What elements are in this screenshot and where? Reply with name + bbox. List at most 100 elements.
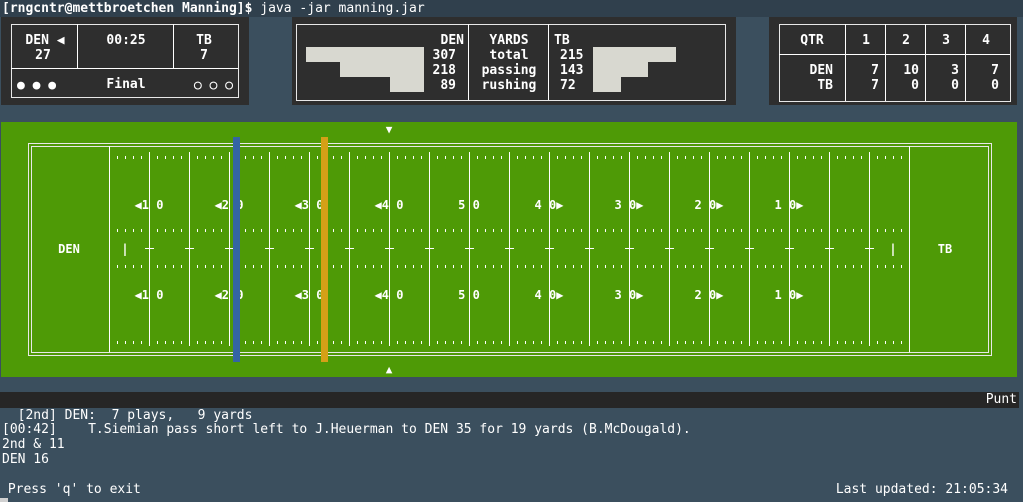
hash-mark bbox=[381, 229, 382, 232]
hash-dash bbox=[585, 248, 594, 249]
yard-line bbox=[149, 152, 150, 346]
hash-mark bbox=[821, 265, 822, 268]
hash-mark bbox=[645, 156, 646, 159]
hash-mark bbox=[565, 229, 566, 232]
hash-mark bbox=[773, 229, 774, 232]
hash-mark bbox=[877, 229, 878, 232]
hash-mark bbox=[573, 341, 574, 344]
yard-number-top: 3 0▶ bbox=[614, 198, 644, 212]
tb-q4: 0 bbox=[991, 78, 999, 93]
hash-mark bbox=[637, 265, 638, 268]
hash-mark bbox=[605, 156, 606, 159]
hash-mark bbox=[605, 265, 606, 268]
hash-mark bbox=[421, 229, 422, 232]
hash-mark bbox=[125, 341, 126, 344]
yard-line bbox=[869, 152, 870, 346]
hash-mark bbox=[493, 341, 494, 344]
hash-mark bbox=[517, 341, 518, 344]
hash-dash bbox=[745, 248, 754, 249]
hash-mark bbox=[877, 156, 878, 159]
hash-mark bbox=[125, 265, 126, 268]
hash-mark bbox=[421, 156, 422, 159]
hash-mark bbox=[405, 341, 406, 344]
yard-line bbox=[789, 152, 790, 346]
hash-mark bbox=[285, 265, 286, 268]
hash-mark bbox=[901, 341, 902, 344]
hash-mark bbox=[261, 229, 262, 232]
hash-mark bbox=[621, 341, 622, 344]
hash-mark bbox=[117, 156, 118, 159]
tb-q2: 0 bbox=[911, 78, 919, 93]
hash-mark bbox=[133, 229, 134, 232]
hash-mark bbox=[853, 265, 854, 268]
hash-mark bbox=[565, 341, 566, 344]
hash-mark bbox=[333, 156, 334, 159]
hash-mark bbox=[661, 156, 662, 159]
hash-mark bbox=[813, 229, 814, 232]
yard-line bbox=[749, 152, 750, 346]
hash-mark bbox=[165, 341, 166, 344]
hash-mark bbox=[317, 156, 318, 159]
hash-mark bbox=[733, 265, 734, 268]
hash-dash bbox=[705, 248, 714, 249]
yard-line bbox=[469, 152, 470, 346]
hash-mark bbox=[701, 229, 702, 232]
den-q2: 10 bbox=[903, 63, 919, 78]
hash-mark bbox=[757, 341, 758, 344]
hash-dash bbox=[545, 248, 554, 249]
hash-mark bbox=[637, 229, 638, 232]
yards-header: YARDS bbox=[489, 33, 529, 48]
yard-line bbox=[509, 152, 510, 346]
hash-mark bbox=[725, 341, 726, 344]
hash-mark bbox=[477, 341, 478, 344]
hash-mark bbox=[197, 229, 198, 232]
hash-mark bbox=[901, 156, 902, 159]
hash-mark bbox=[893, 156, 894, 159]
hash-mark bbox=[613, 229, 614, 232]
game-status: Final bbox=[106, 77, 146, 92]
yard-number-top: 5 0 bbox=[458, 198, 480, 212]
hash-mark bbox=[693, 156, 694, 159]
hash-mark bbox=[157, 265, 158, 268]
hash-mark bbox=[485, 341, 486, 344]
hash-mark bbox=[861, 341, 862, 344]
hash-mark bbox=[365, 341, 366, 344]
left-endzone-label: DEN bbox=[58, 242, 80, 256]
hash-mark bbox=[701, 156, 702, 159]
hash-mark bbox=[197, 265, 198, 268]
hash-mark bbox=[621, 265, 622, 268]
yard-line bbox=[269, 152, 270, 346]
hash-mark bbox=[661, 229, 662, 232]
hash-mark bbox=[781, 341, 782, 344]
hash-mark bbox=[197, 156, 198, 159]
hash-dash bbox=[345, 248, 354, 249]
hash-mark bbox=[477, 229, 478, 232]
hash-mark bbox=[357, 265, 358, 268]
drive-status-bar: [2nd] DEN: 7 plays, 9 yards Punt bbox=[0, 392, 1019, 423]
hash-mark bbox=[821, 341, 822, 344]
hash-mark bbox=[861, 229, 862, 232]
hash-mark bbox=[501, 156, 502, 159]
hash-mark bbox=[133, 265, 134, 268]
hash-mark bbox=[205, 265, 206, 268]
hash-mark bbox=[205, 229, 206, 232]
hash-mark bbox=[485, 156, 486, 159]
hash-mark bbox=[525, 341, 526, 344]
quarter-panel: QTR 1 2 3 4 DEN TB 7 10 3 7 7 0 0 0 bbox=[769, 17, 1017, 105]
hash-mark bbox=[813, 265, 814, 268]
hash-mark bbox=[717, 156, 718, 159]
hash-mark bbox=[117, 265, 118, 268]
hash-mark bbox=[333, 341, 334, 344]
hash-mark bbox=[293, 229, 294, 232]
hash-mark bbox=[685, 156, 686, 159]
hash-mark bbox=[413, 229, 414, 232]
hash-mark bbox=[605, 341, 606, 344]
exit-hint: Press 'q' to exit bbox=[0, 482, 141, 497]
hash-mark bbox=[381, 341, 382, 344]
hash-mark bbox=[405, 156, 406, 159]
hash-mark bbox=[637, 341, 638, 344]
hash-mark bbox=[581, 265, 582, 268]
hash-mark bbox=[877, 341, 878, 344]
hash-mark bbox=[405, 265, 406, 268]
hash-dash bbox=[865, 248, 874, 249]
